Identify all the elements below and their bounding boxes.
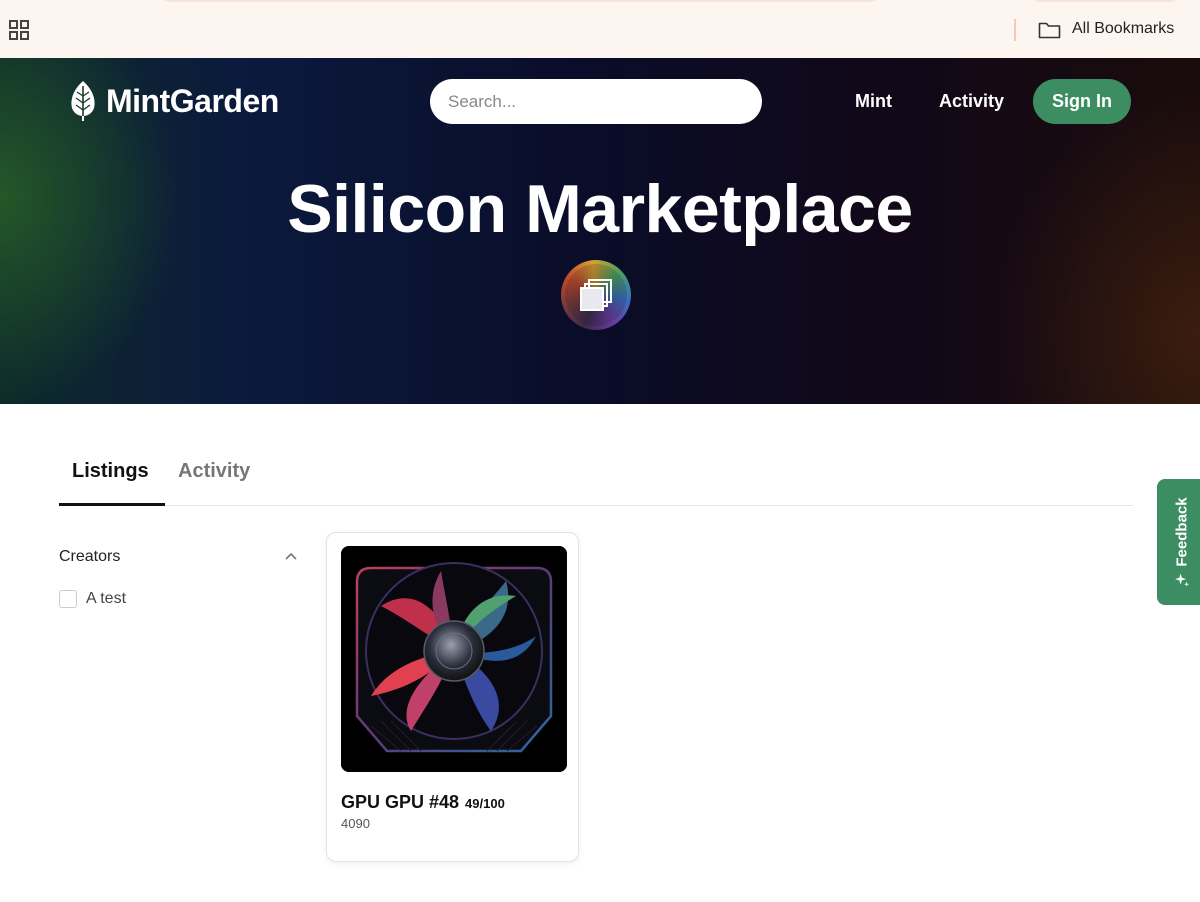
logo-text: MintGarden [106, 82, 279, 119]
browser-tab-edge [1030, 0, 1180, 2]
apps-grid-icon[interactable] [9, 20, 29, 40]
nft-subtitle: 4090 [341, 816, 370, 831]
leaf-icon [71, 81, 95, 121]
creators-filter-title[interactable]: Creators [59, 548, 120, 566]
creator-option-label[interactable]: A test [86, 590, 126, 608]
nft-title[interactable]: GPU GPU #48 49/100 [341, 792, 505, 813]
search-input[interactable] [430, 79, 762, 124]
creator-checkbox[interactable] [59, 590, 77, 608]
gpu-fan-image[interactable] [341, 546, 567, 772]
bookmarks-bar: All Bookmarks [0, 0, 1200, 58]
sign-in-button[interactable]: Sign In [1033, 79, 1131, 124]
tab-listings[interactable]: Listings [72, 460, 149, 483]
chevron-up-icon[interactable] [284, 551, 298, 561]
browser-tab-edge [160, 0, 880, 2]
collection-title: Silicon Marketplace [287, 171, 913, 247]
nft-card[interactable]: GPU GPU #48 49/100 4090 [326, 532, 579, 862]
collection-tabs: Listings Activity [59, 440, 1133, 506]
nft-name[interactable]: GPU GPU #48 [341, 792, 459, 812]
mintgarden-logo[interactable]: MintGarden [68, 80, 279, 122]
sparkle-icon [1175, 573, 1190, 587]
nav-mint-link[interactable]: Mint [855, 91, 892, 112]
collection-hero: MintGarden Mint Activity Sign In Silicon… [0, 58, 1200, 404]
folder-icon[interactable] [1038, 20, 1061, 39]
stacked-squares-icon [580, 279, 612, 311]
feedback-label: Feedback [1173, 496, 1191, 567]
nft-edition: 49/100 [465, 796, 505, 811]
all-bookmarks-link[interactable]: All Bookmarks [1072, 20, 1174, 38]
nav-activity-link[interactable]: Activity [939, 91, 1004, 112]
collection-avatar-icon [561, 260, 631, 330]
creator-filter-option[interactable]: A test [59, 590, 126, 608]
bookmarks-separator [1014, 19, 1016, 41]
gpu-fan-illustration [341, 546, 567, 772]
tab-activity[interactable]: Activity [178, 460, 250, 483]
feedback-button[interactable]: Feedback [1157, 479, 1200, 605]
active-tab-indicator [59, 503, 165, 506]
